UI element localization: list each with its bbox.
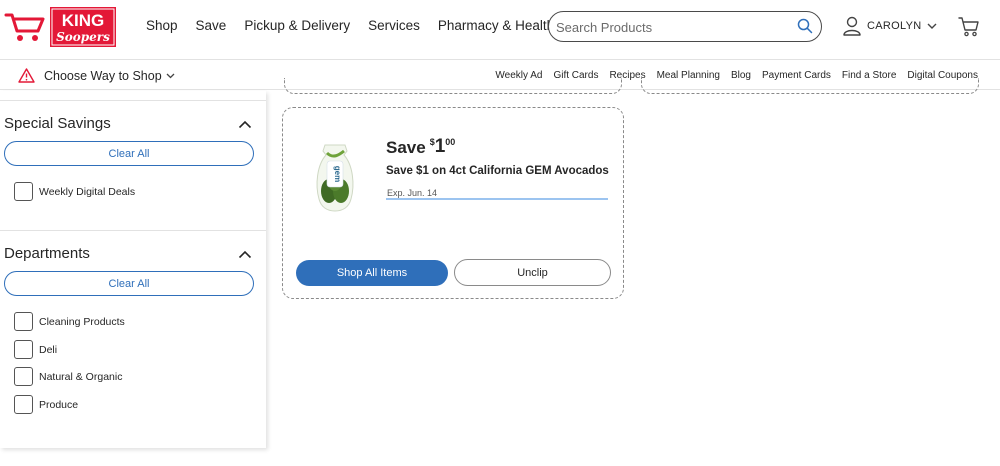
coupon-savings-amount: Save $ 1 00 — [386, 136, 455, 158]
coupon-description[interactable]: Save $1 on 4ct California GEM Avocados — [386, 165, 610, 177]
account-menu[interactable]: CAROLYN — [843, 16, 937, 36]
coupon-card-partial — [284, 78, 622, 94]
checkbox[interactable] — [14, 367, 33, 386]
filter-deli[interactable]: Deli — [14, 340, 57, 359]
chevron-up-icon[interactable] — [238, 250, 252, 259]
choose-way-to-shop[interactable]: Choose Way to Shop — [18, 68, 175, 83]
svg-text:KING: KING — [62, 11, 105, 30]
unclip-button[interactable]: Unclip — [454, 259, 611, 286]
search-icon[interactable] — [797, 18, 813, 34]
checkbox-label: Deli — [39, 343, 58, 356]
filter-produce[interactable]: Produce — [14, 395, 78, 414]
nav-services[interactable]: Services — [368, 18, 420, 33]
choose-way-label: Choose Way to Shop — [44, 68, 162, 83]
save-word: Save — [386, 138, 426, 157]
site-header: KING Soopers Shop Save Pickup & Delivery… — [0, 0, 1000, 60]
svg-text:gem: gem — [333, 166, 342, 182]
main-nav: Shop Save Pickup & Delivery Services Pha… — [146, 18, 572, 33]
user-name: CAROLYN — [867, 20, 922, 32]
search-bar — [548, 11, 822, 42]
expiry-underline — [386, 198, 608, 200]
chevron-down-icon — [927, 23, 937, 29]
checkbox[interactable] — [14, 395, 33, 414]
shop-all-items-button[interactable]: Shop All Items — [296, 260, 448, 286]
nav-save[interactable]: Save — [196, 18, 227, 33]
cart-icon[interactable] — [958, 15, 980, 37]
filter-weekly-digital-deals[interactable]: Weekly Digital Deals — [14, 182, 135, 201]
checkbox[interactable] — [14, 340, 33, 359]
checkbox-label: Produce — [39, 398, 79, 411]
logo-cart-icon — [4, 13, 45, 33]
king-soopers-logo[interactable]: KING Soopers — [4, 5, 118, 49]
filter-sidebar: Special Savings Clear All Weekly Digital… — [0, 91, 266, 448]
user-icon — [843, 16, 861, 36]
nav-shop[interactable]: Shop — [146, 18, 178, 33]
divider — [0, 230, 266, 231]
checkbox-label: Natural & Organic — [39, 370, 123, 383]
nav-pharmacy-health[interactable]: Pharmacy & Health — [438, 18, 554, 33]
filter-natural-organic[interactable]: Natural & Organic — [14, 367, 122, 386]
save-dollars: 1 — [434, 136, 446, 157]
save-cents: 00 — [445, 137, 456, 147]
coupon-card-partial — [641, 78, 979, 94]
divider — [0, 100, 266, 101]
coupon-expiry: Exp. Jun. 14 — [387, 188, 438, 198]
filter-cleaning-products[interactable]: Cleaning Products — [14, 312, 125, 331]
svg-text:Soopers: Soopers — [56, 30, 110, 44]
clear-all-departments-button[interactable]: Clear All — [4, 271, 254, 296]
warning-icon — [18, 68, 35, 83]
departments-heading: Departments — [4, 245, 90, 262]
special-savings-heading: Special Savings — [4, 115, 111, 132]
coupon-card: gem Save $ 1 00 Save $1 on 4ct Californi… — [282, 107, 624, 299]
checkbox[interactable] — [14, 312, 33, 331]
chevron-up-icon[interactable] — [238, 120, 252, 129]
search-input[interactable] — [556, 18, 792, 36]
avocado-bag-image[interactable]: gem — [313, 141, 357, 213]
clear-all-special-savings-button[interactable]: Clear All — [4, 141, 254, 166]
checkbox-label: Weekly Digital Deals — [39, 185, 136, 198]
chevron-down-icon — [166, 73, 175, 78]
checkbox-label: Cleaning Products — [39, 315, 125, 328]
nav-pickup-delivery[interactable]: Pickup & Delivery — [244, 18, 350, 33]
checkbox[interactable] — [14, 182, 33, 201]
